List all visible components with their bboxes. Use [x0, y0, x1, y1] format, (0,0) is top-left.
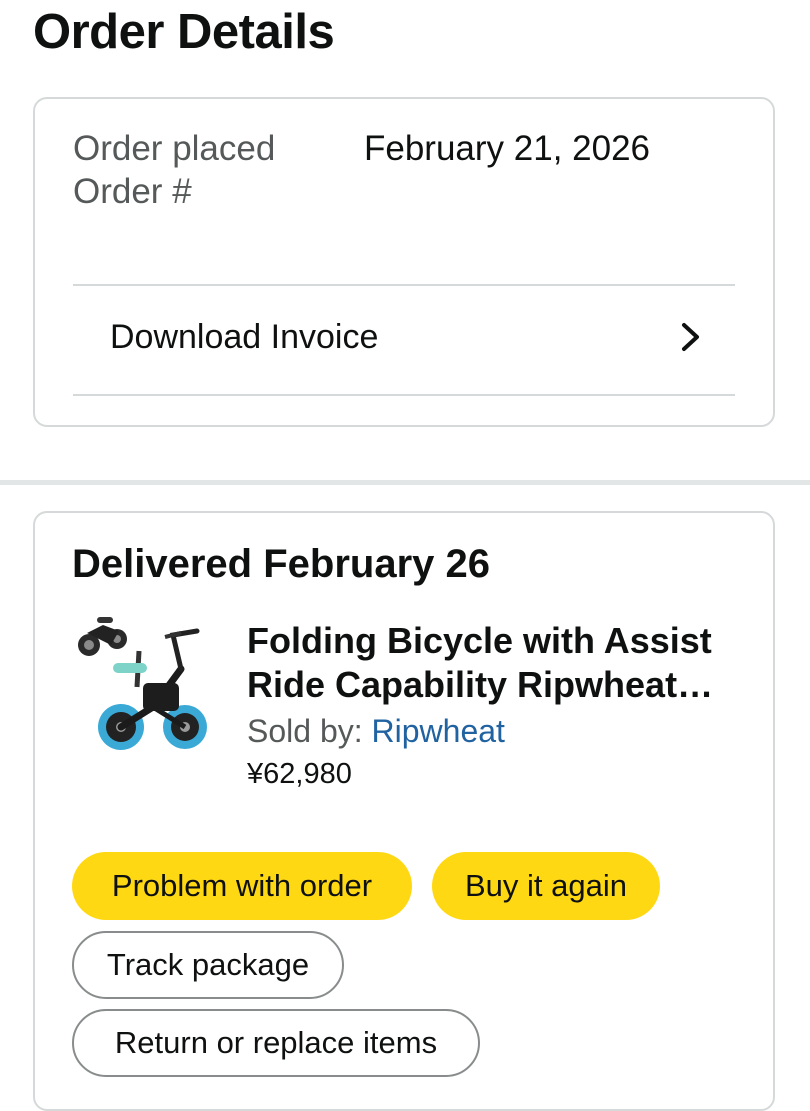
product-image[interactable] [73, 611, 209, 761]
problem-with-order-button[interactable]: Problem with order [72, 852, 412, 920]
shipment-card: Delivered February 26 Folding Bicycle wi… [33, 511, 775, 1111]
download-invoice-label: Download Invoice [110, 318, 379, 356]
delivery-status-heading: Delivered February 26 [72, 542, 490, 586]
chevron-right-icon [682, 323, 699, 351]
sold-by-row: Sold by: Ripwheat [247, 711, 505, 751]
sold-by-label: Sold by: [247, 713, 372, 749]
return-or-replace-button[interactable]: Return or replace items [72, 1009, 480, 1077]
order-number-label: Order # [73, 172, 192, 211]
divider [73, 284, 735, 286]
track-package-button[interactable]: Track package [72, 931, 344, 999]
download-invoice-link[interactable]: Download Invoice [73, 299, 735, 375]
order-summary-card: Order placed February 21, 2026 Order # D… [33, 97, 775, 427]
order-placed-label: Order placed [73, 129, 276, 168]
product-title-link[interactable]: Folding Bicycle with Assist Ride Capabil… [247, 619, 743, 707]
buy-it-again-button[interactable]: Buy it again [432, 852, 660, 920]
seller-link[interactable]: Ripwheat [372, 713, 505, 749]
page-title: Order Details [33, 5, 335, 59]
divider [73, 394, 735, 396]
section-divider [0, 480, 810, 485]
item-price: ¥62,980 [247, 758, 352, 790]
order-placed-value: February 21, 2026 [364, 129, 651, 168]
